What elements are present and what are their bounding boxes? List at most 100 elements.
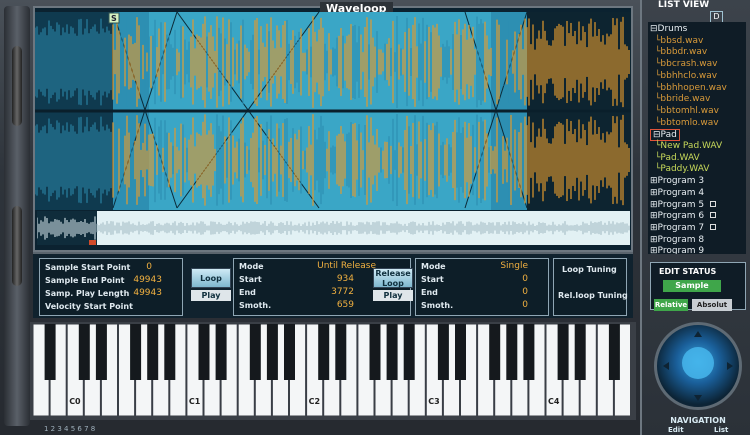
- black-key[interactable]: [147, 324, 159, 380]
- nav-left-icon[interactable]: [663, 362, 669, 370]
- tree-sample[interactable]: └bbride.wav: [655, 94, 710, 104]
- waveform-display[interactable]: S: [35, 12, 631, 210]
- waveform-panel: Waveloop S: [33, 2, 633, 252]
- tree-sample[interactable]: └bbsd.wav: [655, 36, 703, 46]
- release-end-value[interactable]: 0: [522, 287, 528, 297]
- tree-sample[interactable]: └Paddy.WAV: [655, 164, 709, 174]
- relative-button[interactable]: Relative: [654, 299, 688, 311]
- black-key[interactable]: [284, 324, 295, 380]
- tree-folder[interactable]: ⊞Program 4: [650, 188, 704, 198]
- sample-end-label: Sample End Point: [45, 276, 125, 285]
- black-key[interactable]: [437, 324, 449, 380]
- rail-handle-top[interactable]: [12, 46, 22, 126]
- black-key[interactable]: [506, 324, 518, 380]
- tree-sample[interactable]: └bbhhclo.wav: [655, 71, 717, 81]
- black-key[interactable]: [403, 324, 415, 380]
- black-key[interactable]: [164, 324, 176, 380]
- checkbox-icon[interactable]: [710, 223, 717, 230]
- release-mode-value[interactable]: Single: [500, 261, 528, 271]
- tree-folder[interactable]: ⊞Program 3: [650, 176, 704, 186]
- tree-folder[interactable]: ⊞Program 8: [650, 235, 704, 245]
- sample-play-length-label: Samp. Play Length: [45, 289, 130, 298]
- loop-play-button[interactable]: Play: [191, 290, 231, 301]
- black-key[interactable]: [369, 324, 381, 380]
- tree-sample[interactable]: └bbtomhl.wav: [655, 106, 719, 116]
- tree-item-label: bbtomlo.wav: [660, 117, 719, 128]
- release-start-label: Start: [421, 275, 444, 284]
- loop-tuning-label[interactable]: Loop Tuning: [562, 265, 617, 274]
- loop-end-value[interactable]: 3772: [331, 287, 354, 297]
- folder-closed-icon: ⊞: [650, 234, 658, 245]
- black-key[interactable]: [608, 324, 620, 380]
- black-key[interactable]: [44, 324, 56, 380]
- release-params-box: Mode Single Start 0 End 0 Smoth. 0: [415, 258, 549, 316]
- release-end-label: End: [421, 288, 438, 297]
- piano-keyboard: C0 C1 C2 C3 C4: [30, 322, 636, 420]
- black-key[interactable]: [489, 324, 501, 380]
- nav-list-button[interactable]: List: [714, 426, 728, 434]
- black-key[interactable]: [318, 324, 330, 380]
- nav-edit-button[interactable]: Edit: [668, 426, 684, 434]
- folder-open-icon: ⊟: [650, 24, 658, 34]
- black-key[interactable]: [95, 324, 107, 380]
- tree-folder[interactable]: ⊞Program 7: [650, 223, 717, 233]
- rel-loop-tuning-label[interactable]: Rel.loop Tuning: [558, 291, 628, 300]
- tree-item-label: bbtomhl.wav: [660, 105, 719, 116]
- checkbox-icon[interactable]: [710, 200, 717, 207]
- loop-button[interactable]: Loop: [191, 268, 231, 288]
- black-key[interactable]: [215, 324, 227, 380]
- loop-mode-value[interactable]: Until Release: [317, 261, 376, 271]
- black-key[interactable]: [198, 324, 210, 380]
- folder-closed-icon: ⊞: [650, 246, 658, 254]
- release-loop-button[interactable]: Release Loop: [373, 268, 413, 288]
- tree-folder[interactable]: ⊞Program 9: [650, 246, 704, 254]
- sample-start-value[interactable]: 0: [146, 262, 152, 272]
- tree-item-label: Program 5: [657, 199, 705, 210]
- parameter-bar: Sample Start Point 0 Sample End Point 49…: [33, 252, 633, 318]
- tree-item-label: Paddy.WAV: [660, 164, 710, 175]
- tree-folder[interactable]: ⊟Pad: [650, 129, 680, 142]
- sample-play-length-value[interactable]: 49943: [133, 288, 162, 298]
- tree-sample[interactable]: └bbtomlo.wav: [655, 118, 719, 128]
- tree-sample[interactable]: └Pad.WAV: [655, 153, 700, 163]
- status-numbers: 1 2 3 4 5 6 7 8: [44, 425, 96, 433]
- tree-folder[interactable]: ⊞Program 5: [650, 199, 717, 210]
- black-key[interactable]: [266, 324, 278, 380]
- tree-folder[interactable]: ⊟Drums: [650, 24, 687, 34]
- tree-sample[interactable]: └bbhhopen.wav: [655, 83, 727, 93]
- black-key[interactable]: [557, 324, 569, 380]
- edit-status-sample-button[interactable]: Sample: [663, 280, 721, 292]
- octave-label: C1: [189, 397, 201, 406]
- release-start-value[interactable]: 0: [522, 274, 528, 284]
- navigation-wheel[interactable]: [654, 322, 742, 410]
- rail-handle-bottom[interactable]: [12, 206, 22, 286]
- sample-params-box: Sample Start Point 0 Sample End Point 49…: [39, 258, 183, 316]
- absolute-button[interactable]: Absolut: [692, 299, 732, 311]
- black-key[interactable]: [386, 324, 398, 380]
- release-smooth-value[interactable]: 0: [522, 300, 528, 310]
- black-key[interactable]: [335, 324, 347, 380]
- tree-sample[interactable]: └bbcrash.wav: [655, 59, 717, 69]
- tree-folder[interactable]: ⊞Program 6: [650, 211, 717, 222]
- nav-right-icon[interactable]: [727, 362, 733, 370]
- tree-sample[interactable]: └New Pad.WAV: [655, 141, 722, 151]
- loop-smooth-value[interactable]: 659: [337, 300, 354, 310]
- waveform-overview[interactable]: [36, 211, 630, 245]
- sample-end-value[interactable]: 49943: [133, 275, 162, 285]
- nav-up-icon[interactable]: [694, 331, 702, 337]
- black-key[interactable]: [574, 324, 586, 380]
- black-key[interactable]: [78, 324, 90, 380]
- black-key[interactable]: [523, 324, 535, 380]
- release-smooth-label: Smoth.: [421, 301, 454, 310]
- folder-closed-icon: ⊞: [650, 211, 658, 222]
- loop-start-value[interactable]: 934: [337, 274, 354, 284]
- nav-down-icon[interactable]: [694, 395, 702, 401]
- black-key[interactable]: [249, 324, 261, 380]
- black-key[interactable]: [130, 324, 142, 380]
- checkbox-icon[interactable]: [710, 212, 717, 219]
- tree-sample[interactable]: └bbbdr.wav: [655, 47, 707, 57]
- black-key[interactable]: [455, 324, 466, 380]
- release-play-button[interactable]: Play: [373, 290, 413, 301]
- tree-item-label: Program 3: [657, 176, 705, 187]
- overview-marker-icon[interactable]: [89, 240, 96, 245]
